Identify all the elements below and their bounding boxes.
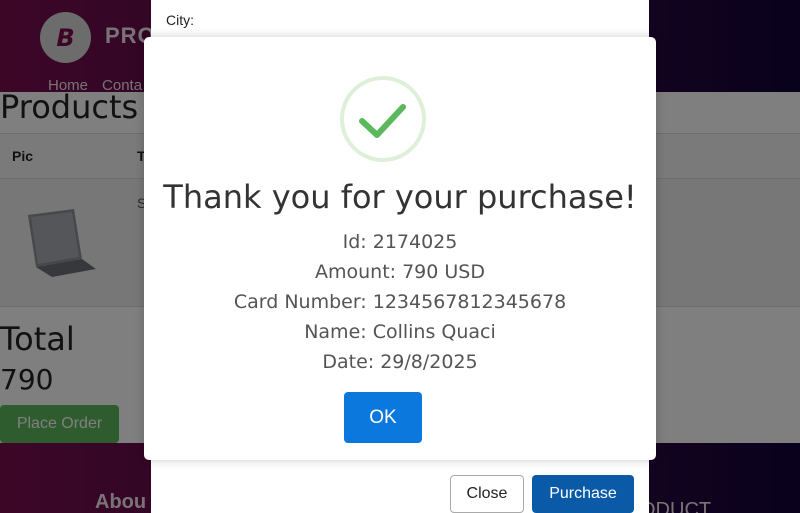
close-button[interactable]: Close	[450, 475, 524, 513]
alert-title: Thank you for your purchase!	[163, 178, 637, 216]
city-label: City:	[166, 12, 194, 28]
order-amount: Amount: 790 USD	[314, 261, 485, 283]
ok-button[interactable]: OK	[344, 392, 422, 443]
success-check-icon	[340, 76, 426, 162]
card-number: Card Number: 1234567812345678	[233, 291, 567, 313]
purchase-button[interactable]: Purchase	[532, 475, 634, 513]
order-date: Date: 29/8/2025	[322, 351, 478, 373]
purchase-confirmation-dialog: Thank you for your purchase! Id: 2174025…	[144, 37, 656, 460]
alert-details: Id: 2174025 Amount: 790 USD Card Number:…	[144, 227, 656, 377]
customer-name: Name: Collins Quaci	[304, 321, 496, 343]
order-id: Id: 2174025	[342, 231, 458, 253]
